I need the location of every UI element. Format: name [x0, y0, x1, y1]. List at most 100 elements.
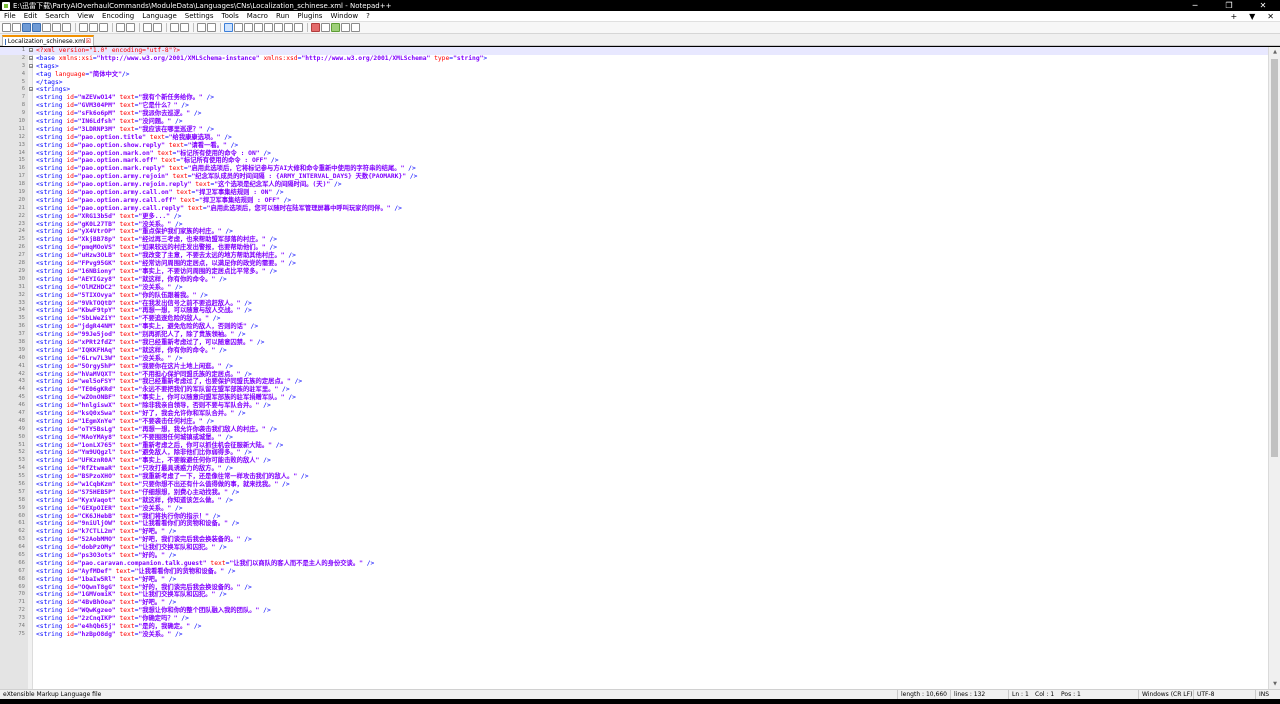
function-list-icon[interactable]	[274, 23, 283, 32]
zoom-in-icon[interactable]	[170, 23, 179, 32]
menu-macro[interactable]: Macro	[243, 11, 272, 22]
save-macro-icon[interactable]	[351, 23, 360, 32]
code-line[interactable]: 37 <string id="99Je5jod" text="别再抓犯人了，除了…	[0, 331, 1268, 339]
record-macro-icon[interactable]	[311, 23, 320, 32]
code-line[interactable]: 35 <string id="SbLWeZiY" text="不要追逐危险的敌人…	[0, 315, 1268, 323]
new-tab-button[interactable]: +	[1224, 12, 1243, 21]
undo-icon[interactable]	[116, 23, 125, 32]
code-line[interactable]: 39 <string id="IQKKFHAq" text="就这样，你有你的命…	[0, 347, 1268, 355]
menu-settings[interactable]: Settings	[181, 11, 218, 22]
code-line[interactable]: 64 <string id="dobPzOMy" text="让我们交换军队和囚…	[0, 544, 1268, 552]
code-line[interactable]: 12 <string id="pao.option.title" text="给…	[0, 134, 1268, 142]
copy-icon[interactable]	[89, 23, 98, 32]
find-icon[interactable]	[143, 23, 152, 32]
scroll-up-icon[interactable]: ▲	[1269, 47, 1280, 57]
code-line[interactable]: 68 <string id="1baIw5Rl" text="好吧。" />	[0, 576, 1268, 584]
code-line[interactable]: 4 <tag language="简体中文"/>	[0, 71, 1268, 79]
code-line[interactable]: 31 <string id="OlMZHDC2" text="没关系。" />	[0, 284, 1268, 292]
code-line[interactable]: 61 <string id="9niUljOW" text="让我看看你们的货物…	[0, 520, 1268, 528]
maximize-button[interactable]: ❐	[1212, 0, 1246, 11]
menu-view[interactable]: View	[73, 11, 98, 22]
menu-run[interactable]: Run	[272, 11, 293, 22]
code-line[interactable]: 70 <string id="1GMVomiK" text="让我们交换军队和囚…	[0, 591, 1268, 599]
tab-list-button[interactable]: ▼	[1243, 12, 1261, 21]
open-file-icon[interactable]	[12, 23, 21, 32]
editor-area[interactable]: 1− <?xml version="1.0" encoding="utf-8"?>…	[0, 47, 1280, 689]
code-line[interactable]: 36 <string id="jdgR44NM" text="事实上，避免危险的…	[0, 323, 1268, 331]
stop-macro-icon[interactable]	[321, 23, 330, 32]
minimize-button[interactable]: ─	[1178, 0, 1212, 11]
code-line[interactable]: 29 <string id="16NBiony" text="事实上，不要访问周…	[0, 268, 1268, 276]
code-line[interactable]: 49 <string id="oTY5BsLg" text="再想一想，我允许你…	[0, 426, 1268, 434]
code-line[interactable]: 13 <string id="pao.option.show.reply" te…	[0, 142, 1268, 150]
menu-edit[interactable]: Edit	[20, 11, 42, 22]
code-line[interactable]: 5 </tags>	[0, 79, 1268, 87]
play-macro-icon[interactable]	[331, 23, 340, 32]
code-line[interactable]: 19 <string id="pao.option.army.call.on" …	[0, 189, 1268, 197]
menu-help[interactable]: ?	[362, 11, 374, 22]
sync-horizontal-icon[interactable]	[207, 23, 216, 32]
sync-vertical-icon[interactable]	[197, 23, 206, 32]
code-line[interactable]: 10 <string id="IN6Ldfsh" text="没问题。" />	[0, 118, 1268, 126]
code-line[interactable]: 17 <string id="pao.option.army.rejoin" t…	[0, 173, 1268, 181]
code-line[interactable]: 44 <string id="TE06gKRd" text="永远不要把我们的军…	[0, 386, 1268, 394]
code-line[interactable]: 9 <string id="sFk6o6pM" text="我派你去巡逻。" /…	[0, 110, 1268, 118]
code-line[interactable]: 65 <string id="ps3O3ots" text="好的。" />	[0, 552, 1268, 560]
new-file-icon[interactable]	[2, 23, 11, 32]
code-line[interactable]: 11 <string id="3LDRNP3M" text="我应该在哪里巡逻？…	[0, 126, 1268, 134]
code-line[interactable]: 54 <string id="RfZtwmaR" text="只攻打最具诱惑力的…	[0, 465, 1268, 473]
code-line[interactable]: 63 <string id="52AobMMO" text="好吧，我们谈完后我…	[0, 536, 1268, 544]
code-line[interactable]: 32 <string id="5TIXOvya" text="你的队伍跟着我。"…	[0, 292, 1268, 300]
code-line[interactable]: 22 <string id="XRG13b5d" text="更多..." />	[0, 213, 1268, 221]
menu-search[interactable]: Search	[41, 11, 73, 22]
fold-toggle-icon[interactable]: −	[29, 87, 33, 92]
cut-icon[interactable]	[79, 23, 88, 32]
tab-localization-file[interactable]: Localization_schinese.xml ☒	[2, 35, 94, 46]
code-line[interactable]: 47 <string id="ksQ0xSwa" text="好了，我会允许你和…	[0, 410, 1268, 418]
code-line[interactable]: 67 <string id="AyfMDef" text="让我看看你们的货物和…	[0, 568, 1268, 576]
vertical-scrollbar[interactable]: ▲ ▼	[1268, 47, 1280, 689]
save-all-icon[interactable]	[32, 23, 41, 32]
paste-icon[interactable]	[99, 23, 108, 32]
code-line[interactable]: 20 <string id="pao.option.army.call.off"…	[0, 197, 1268, 205]
code-line[interactable]: 38 <string id="xPRt2fdZ" text="我已经重新考虑过了…	[0, 339, 1268, 347]
doc-map-icon[interactable]	[264, 23, 273, 32]
code-line[interactable]: 73 <string id="2zCnqIKP" text="你确定吗？" />	[0, 615, 1268, 623]
print-icon[interactable]	[62, 23, 71, 32]
fold-toggle-icon[interactable]: −	[29, 48, 33, 53]
code-line[interactable]: 27 <string id="uHzw3OLB" text="我改变了主意，不要…	[0, 252, 1268, 260]
word-wrap-icon[interactable]	[224, 23, 233, 32]
code-line[interactable]: 2− <base xmlns:xsi="http://www.w3.org/200…	[0, 55, 1268, 63]
save-icon[interactable]	[22, 23, 31, 32]
code-lines[interactable]: 1− <?xml version="1.0" encoding="utf-8"?>…	[0, 47, 1268, 639]
code-line[interactable]: 55 <string id="BSPzoXHO" text="我重新考虑了一下，…	[0, 473, 1268, 481]
code-line[interactable]: 74 <string id="e4hQb65j" text="是的，我确定。" …	[0, 623, 1268, 631]
code-line[interactable]: 7 <string id="mZEVwO14" text="我有个新任务给你。"…	[0, 94, 1268, 102]
code-line[interactable]: 26 <string id="pmqMOoVS" text="如果较远的村庄发出…	[0, 244, 1268, 252]
code-line[interactable]: 21 <string id="pao.option.army.call.repl…	[0, 205, 1268, 213]
code-line[interactable]: 59 <string id="GEXpOIER" text="没关系。" />	[0, 505, 1268, 513]
udl-icon[interactable]	[254, 23, 263, 32]
code-line[interactable]: 46 <string id="hnlgiswX" text="除非我亲自领导，否…	[0, 402, 1268, 410]
code-line[interactable]: 3− <tags>	[0, 63, 1268, 71]
fold-toggle-icon[interactable]: −	[29, 55, 33, 60]
scroll-down-icon[interactable]: ▼	[1269, 679, 1280, 689]
close-document-button[interactable]: ✕	[1261, 12, 1280, 21]
code-line[interactable]: 40 <string id="6Lrw7L3W" text="没关系。" />	[0, 355, 1268, 363]
code-line[interactable]: 56 <string id="w1CqbKzm" text="只要你想不出还有什…	[0, 481, 1268, 489]
menu-plugins[interactable]: Plugins	[293, 11, 326, 22]
code-line[interactable]: 30 <string id="AEYIGzy8" text="就这样，你有你的命…	[0, 276, 1268, 284]
code-line[interactable]: 8 <string id="GVM304PM" text="它是什么？" />	[0, 102, 1268, 110]
menu-window[interactable]: Window	[326, 11, 362, 22]
code-line[interactable]: 45 <string id="wZOnONBF" text="事实上，你可以随意…	[0, 394, 1268, 402]
code-line[interactable]: 75 <string id="hzBpO8dg" text="没关系。" />	[0, 631, 1268, 639]
menu-encoding[interactable]: Encoding	[98, 11, 138, 22]
replace-icon[interactable]	[153, 23, 162, 32]
code-line[interactable]: 58 <string id="KyxVaqot" text="就这样，你知道该怎…	[0, 497, 1268, 505]
code-line[interactable]: 28 <string id="FPvg95GK" text="经常访问周围的定居…	[0, 260, 1268, 268]
redo-icon[interactable]	[126, 23, 135, 32]
code-line[interactable]: 18 <string id="pao.option.army.rejoin.re…	[0, 181, 1268, 189]
show-all-chars-icon[interactable]	[234, 23, 243, 32]
folder-workspace-icon[interactable]	[284, 23, 293, 32]
indent-guide-icon[interactable]	[244, 23, 253, 32]
